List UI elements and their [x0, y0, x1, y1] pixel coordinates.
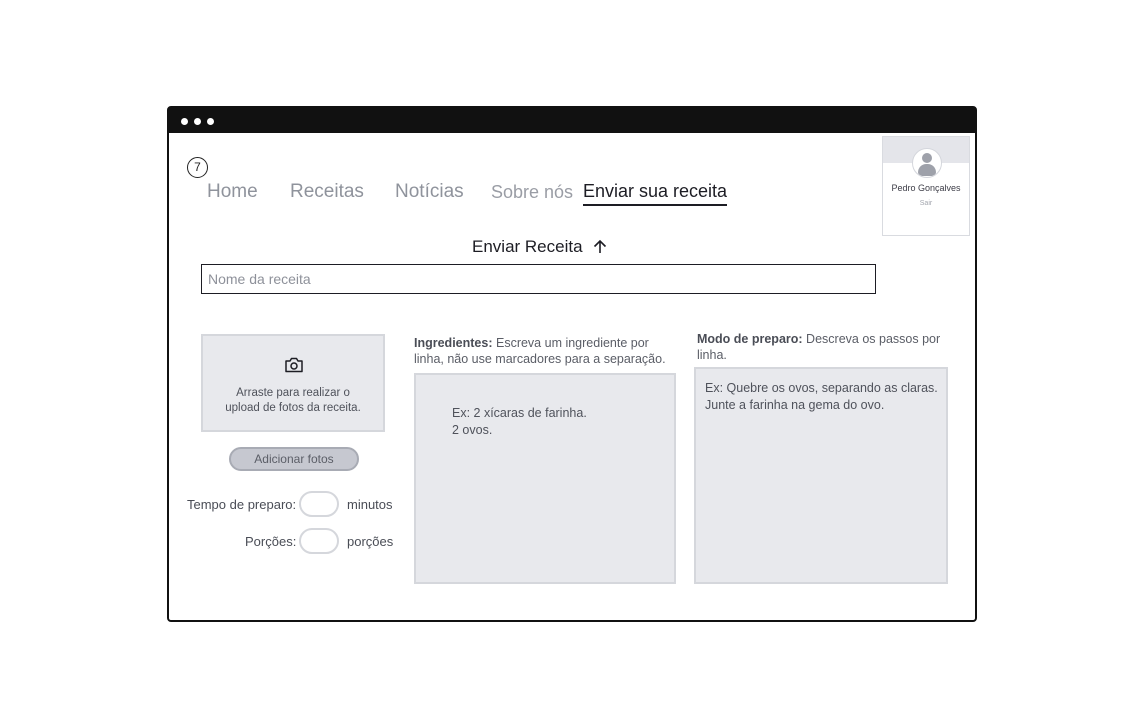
- window-dot-icon: [194, 118, 201, 125]
- prep-time-unit: minutos: [347, 497, 393, 512]
- photo-upload-dropzone[interactable]: Arraste para realizar o upload de fotos …: [201, 334, 385, 432]
- servings-unit: porções: [347, 534, 394, 549]
- add-photos-button[interactable]: Adicionar fotos: [229, 447, 359, 471]
- camera-icon: [285, 357, 303, 373]
- window-titlebar: [169, 108, 975, 133]
- servings-label: Porções:: [245, 534, 297, 549]
- window-dot-icon: [207, 118, 214, 125]
- step-number-badge: 7: [187, 157, 208, 178]
- page-title-text: Enviar Receita: [472, 237, 583, 256]
- method-textarea[interactable]: Ex: Quebre os ovos, separando as claras.…: [694, 367, 948, 584]
- prep-time-input[interactable]: [299, 491, 339, 517]
- method-label: Modo de preparo: Descreva os passos por …: [697, 331, 952, 363]
- arrow-up-icon: [594, 239, 607, 253]
- ingredients-label: Ingredientes: Escreva um ingrediente por…: [414, 335, 676, 367]
- nav-item-receitas[interactable]: Receitas: [290, 181, 364, 203]
- prep-time-label: Tempo de preparo:: [187, 497, 297, 512]
- logout-link[interactable]: Sair: [883, 200, 969, 207]
- ingredients-title: Ingredientes:: [414, 336, 493, 350]
- user-profile-card: Pedro Gonçalves Sair: [882, 136, 970, 236]
- upload-instructions: Arraste para realizar o upload de fotos …: [225, 387, 361, 414]
- method-title: Modo de preparo:: [697, 332, 803, 346]
- nav-item-enviar-receita[interactable]: Enviar sua receita: [583, 181, 728, 206]
- nav-item-home[interactable]: Home: [207, 181, 258, 203]
- servings-input[interactable]: [299, 528, 339, 554]
- recipe-name-input[interactable]: [201, 264, 876, 294]
- nav-item-noticias[interactable]: Notícias: [395, 181, 464, 203]
- profile-name: Pedro Gonçalves: [891, 183, 961, 193]
- page-title: Enviar Receita: [472, 237, 607, 257]
- nav-item-sobre-nos[interactable]: Sobre nós: [491, 182, 573, 203]
- window-dot-icon: [181, 118, 188, 125]
- user-avatar-icon[interactable]: [912, 148, 942, 178]
- ingredients-textarea[interactable]: Ex: 2 xícaras de farinha. 2 ovos.: [414, 373, 676, 584]
- browser-window: 7 Home Receitas Notícias Sobre nós Envia…: [167, 106, 977, 622]
